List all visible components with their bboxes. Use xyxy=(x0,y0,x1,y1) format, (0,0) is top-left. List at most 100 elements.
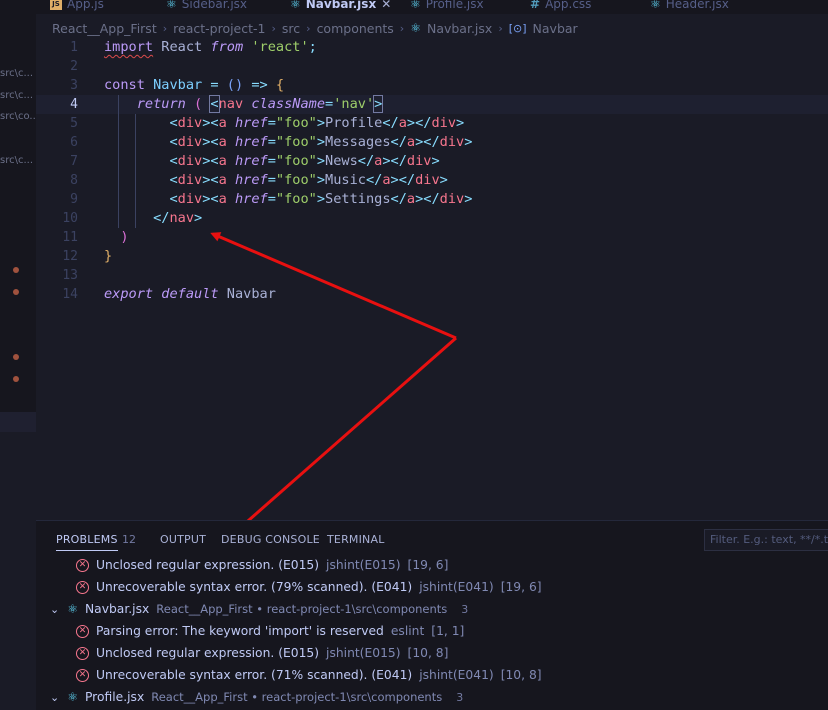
code-line[interactable]: 13 xyxy=(36,266,828,285)
code-editor[interactable]: 1 import React from 'react'; 2 3 const Navba… xyxy=(36,38,828,518)
code-token: >< xyxy=(202,191,219,207)
problems-file-row[interactable]: ⌄ ⚛ Navbar.jsx React__App_First • react-pro… xyxy=(36,598,828,620)
chevron-down-icon[interactable]: ⌄ xyxy=(50,603,59,616)
code-line[interactable]: 9 <div><a href="foo">Settings</a></div> xyxy=(36,190,828,209)
problem-row[interactable]: ✕ Parsing error: The keyword 'import' is … xyxy=(36,620,828,642)
breadcrumb-item[interactable]: react-project-1 xyxy=(173,21,265,36)
problem-message: Unrecoverable syntax error. (79% scanned… xyxy=(96,580,413,594)
tab-terminal[interactable]: TERMINAL xyxy=(327,533,385,546)
line-number: 8 xyxy=(70,173,78,188)
code-token: < xyxy=(169,191,178,207)
problem-position: [10, 8] xyxy=(407,646,449,660)
react-icon: ⚛ xyxy=(650,0,661,11)
modified-dot-icon xyxy=(13,267,19,273)
tab-app-css[interactable]: # App.css xyxy=(530,0,591,14)
tab-profile-jsx[interactable]: ⚛ Profile.jsx xyxy=(410,0,484,14)
code-token: > xyxy=(316,172,326,188)
code-line[interactable]: 1 import React from 'react'; xyxy=(36,38,828,57)
tab-output[interactable]: OUTPUT xyxy=(160,533,206,546)
problem-file-path: React__App_First • react-project-1\src\c… xyxy=(151,690,443,704)
code-token: = xyxy=(202,77,227,93)
problem-row[interactable]: ✕ Unrecoverable syntax error. (79% scanne… xyxy=(36,576,828,598)
code-token: > xyxy=(194,210,203,226)
code-token: Messages xyxy=(325,134,391,150)
breadcrumb-item[interactable]: React__App_First xyxy=(52,21,157,36)
code-token: < xyxy=(169,153,178,169)
tab-sidebar-jsx[interactable]: ⚛ Sidebar.jsx xyxy=(166,0,247,14)
breadcrumb-item[interactable]: Navbar.jsx xyxy=(427,21,492,36)
code-line[interactable]: 12} xyxy=(36,247,828,266)
code-token: "foo" xyxy=(275,172,317,188)
tab-problems[interactable]: PROBLEMS xyxy=(56,533,118,551)
tab-app-js[interactable]: JS App.js xyxy=(50,0,104,14)
problem-file-name: Profile.jsx xyxy=(84,690,145,704)
code-token: = xyxy=(267,172,276,188)
code-token: > xyxy=(439,172,448,188)
code-token: News xyxy=(325,153,358,169)
breadcrumb-item[interactable]: Navbar xyxy=(533,21,578,36)
code-line[interactable]: 11 ) xyxy=(36,228,828,247)
problem-row[interactable]: ✕ Unclosed regular expression. (E015) jshi… xyxy=(36,642,828,664)
tab-navbar-jsx[interactable]: ⚛ Navbar.jsx ✕ xyxy=(290,0,391,14)
line-number: 3 xyxy=(70,78,78,93)
chevron-down-icon[interactable]: ⌄ xyxy=(50,691,59,704)
problems-panel: PROBLEMS 12 OUTPUT DEBUG CONSOLE TERMINA… xyxy=(36,520,828,710)
code-token: div xyxy=(439,191,465,207)
code-token: < xyxy=(169,115,178,131)
explorer-path-item[interactable]: src\c... xyxy=(0,90,33,101)
close-icon[interactable]: ✕ xyxy=(381,0,391,14)
code-token: = xyxy=(267,115,276,131)
code-token: div xyxy=(406,153,432,169)
breadcrumb-item[interactable]: components xyxy=(317,21,394,36)
code-token: href xyxy=(234,153,268,169)
code-line[interactable]: 10 </nav> xyxy=(36,209,828,228)
line-number: 5 xyxy=(70,116,78,131)
js-icon: JS xyxy=(50,0,62,10)
problem-row[interactable]: ✕ Unrecoverable syntax error. (71% scanne… xyxy=(36,664,828,686)
chevron-right-icon: › xyxy=(162,21,168,35)
problem-source: jshint(E041) xyxy=(419,668,494,682)
code-line[interactable]: 7 <div><a href="foo">News</a></div> xyxy=(36,152,828,171)
code-token: div xyxy=(177,172,203,188)
problem-row[interactable]: ✕ Unclosed regular expression. (E015) jshi… xyxy=(36,554,828,576)
code-line[interactable]: 2 xyxy=(36,57,828,76)
code-line[interactable]: 3 const Navbar = () => { xyxy=(36,76,828,95)
code-token: href xyxy=(234,191,268,207)
code-line[interactable]: 4 return ( <nav className='nav'> xyxy=(36,95,828,114)
code-text: <div><a href="foo">Settings</a></div> xyxy=(104,190,472,209)
tab-label: Sidebar.jsx xyxy=(181,0,248,11)
code-token: a xyxy=(398,115,407,131)
code-token: ></ xyxy=(390,172,416,188)
code-token: => xyxy=(243,77,276,93)
code-token: = xyxy=(267,134,276,150)
problem-message: Parsing error: The keyword 'import' is r… xyxy=(96,624,384,638)
tab-label: Navbar.jsx xyxy=(305,0,377,11)
code-line[interactable]: 8 <div><a href="foo">Music</a></div> xyxy=(36,171,828,190)
explorer-path-item[interactable]: src\co... xyxy=(0,111,36,122)
problems-file-row[interactable]: ⌄ ⚛ Profile.jsx React__App_First • react-pr… xyxy=(36,686,828,708)
code-token: > xyxy=(316,134,326,150)
tab-header-jsx[interactable]: ⚛ Header.jsx xyxy=(650,0,729,14)
code-text: const Navbar = () => { xyxy=(104,76,284,95)
code-token: > xyxy=(316,191,326,207)
explorer-path-item[interactable]: src\c... xyxy=(0,155,33,166)
css-icon: # xyxy=(530,0,541,11)
problem-position: [10, 8] xyxy=(500,668,542,682)
breadcrumb-item[interactable]: src xyxy=(282,21,300,36)
code-token: > xyxy=(316,153,326,169)
code-line[interactable]: 6 <div><a href="foo">Messages</a></div> xyxy=(36,133,828,152)
code-token: "foo" xyxy=(275,153,317,169)
code-token: href xyxy=(234,134,268,150)
problems-filter-input[interactable]: Filter. E.g.: text, **/*.ts, !**/node_mo… xyxy=(704,529,828,551)
explorer-path-item[interactable]: src\c... xyxy=(0,68,33,79)
code-line[interactable]: 5 <div><a href="foo">Profile</a></div> xyxy=(36,114,828,133)
tab-debug-console[interactable]: DEBUG CONSOLE xyxy=(221,533,320,546)
code-token: div xyxy=(177,153,203,169)
explorer-strip: src\c... src\c... src\co... src\c... xyxy=(0,0,36,520)
code-line[interactable]: 14 export default Navbar xyxy=(36,285,828,304)
